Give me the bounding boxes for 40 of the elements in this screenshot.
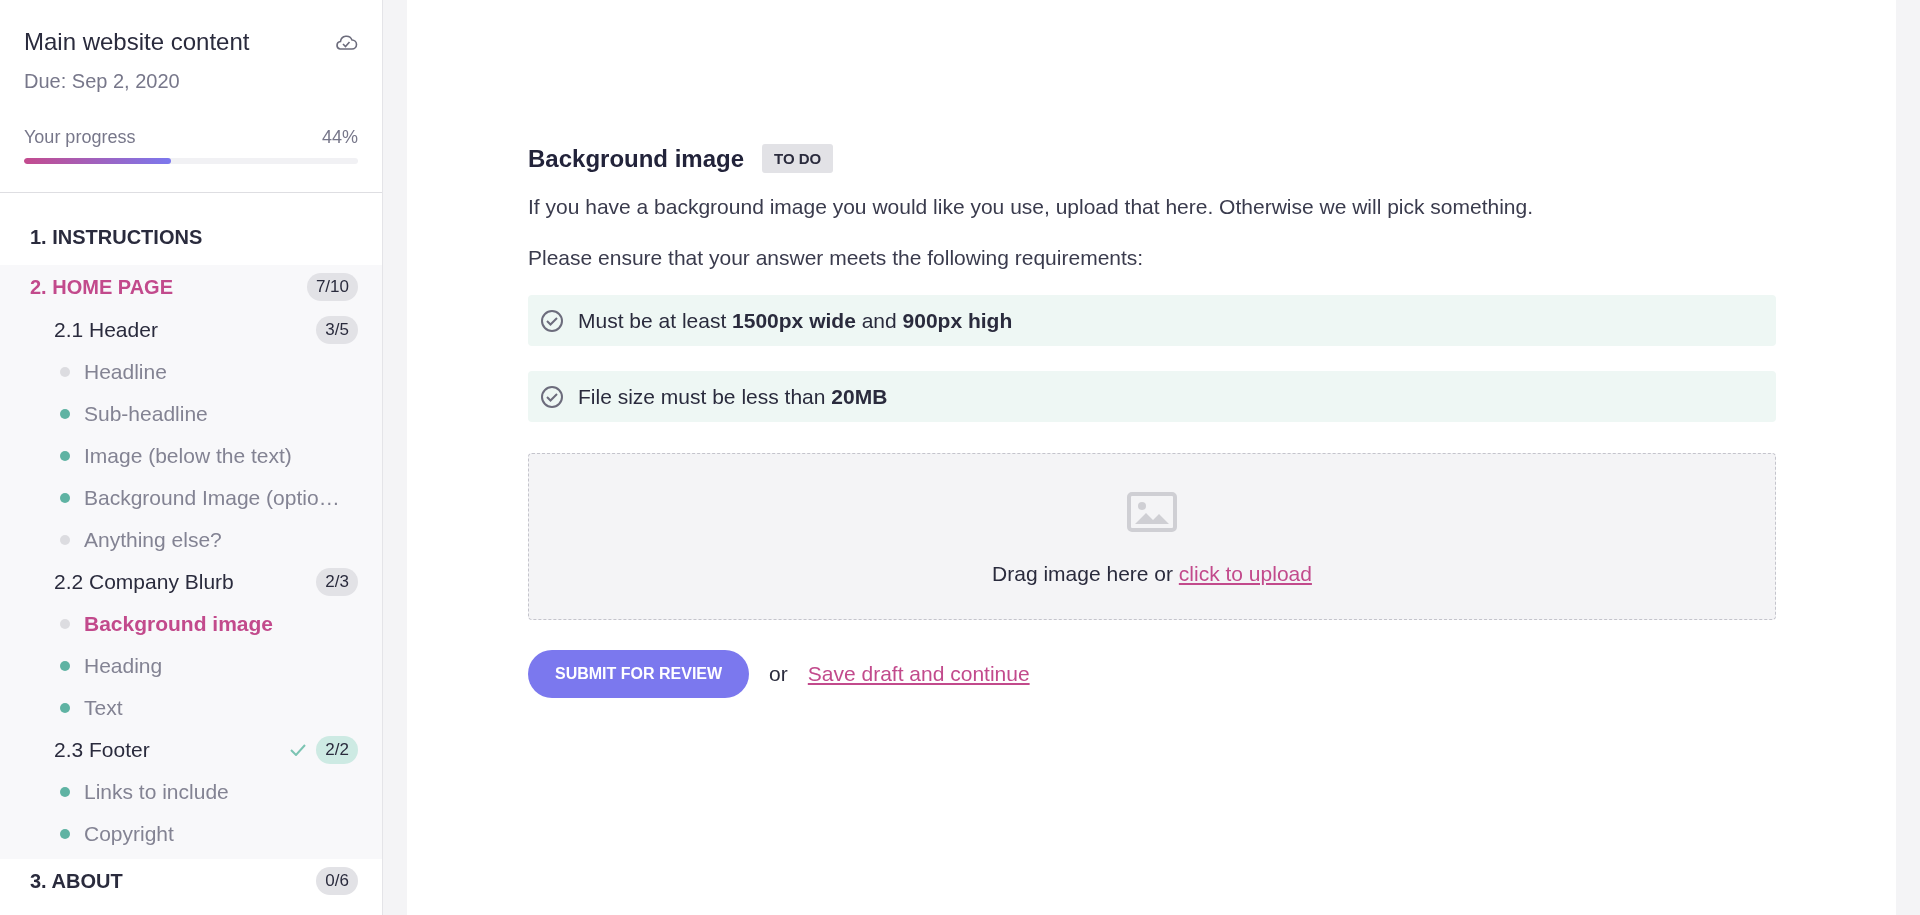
section-item[interactable]: 1. INSTRUCTIONS xyxy=(0,215,382,259)
image-icon xyxy=(1127,492,1177,532)
count-badge: 7/10 xyxy=(306,273,358,301)
requirement-text: Must be at least 1500px wide and 900px high xyxy=(578,308,1013,333)
requirement-text: File size must be less than 20MB xyxy=(578,384,888,409)
section-item[interactable]: 3. ABOUT 0/6 xyxy=(0,859,382,903)
field-item[interactable]: Background image xyxy=(84,612,274,636)
due-date: Due: Sep 2, 2020 xyxy=(24,70,180,93)
requirements-intro: Please ensure that your answer meets the following requirements: xyxy=(528,246,1145,270)
separator-text: or xyxy=(769,662,788,686)
field-item[interactable]: Headline xyxy=(84,360,167,384)
upload-dropzone[interactable]: Drag image here or click to upload xyxy=(528,453,1776,620)
count-badge: 2/3 xyxy=(316,568,358,596)
subsection-item[interactable]: 2.2 Company Blurb 2/3 xyxy=(0,561,382,603)
section-item[interactable]: 2. HOME PAGE 7/10 xyxy=(0,265,382,309)
count-badge: 0/6 xyxy=(316,867,358,895)
count-badge: 3/5 xyxy=(316,316,358,344)
field-item[interactable]: Copyright xyxy=(84,822,174,846)
question-title: Background image xyxy=(528,144,745,173)
dropzone-text: Drag image here or xyxy=(992,562,1174,585)
save-draft-link[interactable]: Save draft and continue xyxy=(807,662,1030,686)
check-circle-icon xyxy=(540,384,564,409)
field-item[interactable]: Heading xyxy=(84,654,163,678)
field-item[interactable]: Background Image (optio… xyxy=(84,486,340,510)
progress-percent: 44% xyxy=(321,127,358,148)
check-circle-icon xyxy=(540,308,564,333)
description: If you have a background image you would like you use, upload that here. Otherwise we will pick something. xyxy=(528,195,1535,219)
field-item[interactable]: Sub-headline xyxy=(84,402,208,426)
project-title: Main website content xyxy=(24,28,250,56)
submit-button[interactable]: SUBMIT FOR REVIEW xyxy=(528,650,750,698)
field-item[interactable]: Links to include xyxy=(84,780,229,804)
status-badge: TO DO xyxy=(762,144,834,173)
field-item[interactable]: Anything else? xyxy=(84,528,222,552)
progress-label: Your progress xyxy=(24,127,136,148)
field-item[interactable]: Image (below the text) xyxy=(84,444,292,468)
subsection-item[interactable]: 2.3 Footer 2/2 xyxy=(0,729,382,771)
field-item[interactable]: Text xyxy=(84,696,123,720)
subsection-item[interactable]: 2.1 Header 3/5 xyxy=(0,309,382,351)
count-badge: 2/2 xyxy=(316,736,358,764)
upload-link[interactable]: click to upload xyxy=(1178,562,1312,585)
